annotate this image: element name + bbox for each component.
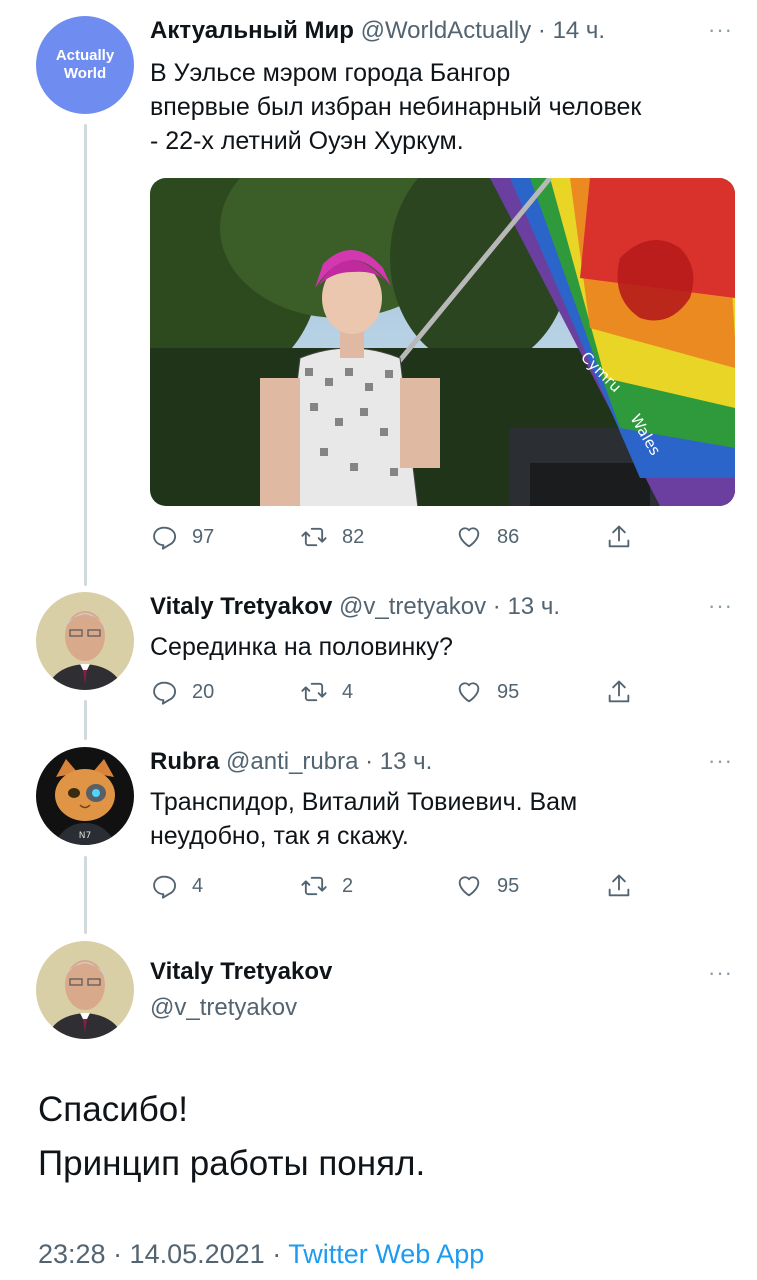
tweet-metadata: 23:28 · 14.05.2021 · Twitter Web App bbox=[38, 1237, 484, 1271]
tweet-header: Актуальный Мир @WorldActually · 14 ч. bbox=[150, 16, 605, 46]
reply-button[interactable]: 97 bbox=[150, 523, 214, 551]
reply-button[interactable]: 4 bbox=[150, 872, 203, 900]
more-icon[interactable]: ··· bbox=[708, 750, 733, 772]
display-name[interactable]: Актуальный Мир bbox=[150, 17, 354, 44]
focused-tweet: Vitaly Tretyakov @v_tretyakov ··· Спасиб… bbox=[0, 935, 757, 1280]
reply-icon bbox=[153, 681, 177, 705]
tweet-text-line: - 22-х летний Оуэн Хуркум. bbox=[150, 127, 464, 155]
retweet-icon bbox=[301, 876, 327, 896]
reply-count: 20 bbox=[192, 680, 215, 703]
reply-count: 4 bbox=[192, 874, 204, 897]
share-button[interactable] bbox=[605, 872, 647, 900]
share-icon bbox=[608, 874, 630, 897]
more-icon[interactable]: ··· bbox=[708, 962, 733, 984]
tweet[interactable]: Actually World Актуальный Мир @WorldActu… bbox=[0, 0, 757, 580]
avatar[interactable]: N7 bbox=[36, 747, 134, 845]
separator-dot: · bbox=[492, 593, 501, 620]
handle[interactable]: @WorldActually bbox=[361, 17, 532, 44]
retweet-button[interactable]: 4 bbox=[300, 678, 353, 706]
avatar[interactable] bbox=[36, 941, 134, 1039]
tweet-text: Транспидор, Виталий Товиевич. Вам неудоб… bbox=[150, 785, 740, 853]
retweet-button[interactable]: 2 bbox=[300, 872, 353, 900]
tweet-text-line: неудобно, так я скажу. bbox=[150, 822, 409, 850]
more-icon[interactable]: ··· bbox=[708, 19, 733, 41]
share-icon bbox=[608, 525, 630, 548]
avatar-logo-text: World bbox=[63, 65, 107, 82]
like-button[interactable]: 95 bbox=[455, 678, 519, 706]
reply-count: 97 bbox=[192, 525, 215, 548]
retweet-count: 82 bbox=[342, 525, 365, 548]
more-icon[interactable]: ··· bbox=[708, 595, 733, 617]
avatar-badge-text: N7 bbox=[79, 831, 91, 841]
timestamp[interactable]: 13 ч. bbox=[507, 593, 560, 620]
retweet-button[interactable]: 82 bbox=[300, 523, 364, 551]
tweet-text-line: Принцип работы понял. bbox=[38, 1144, 426, 1183]
tweet-text: Спасибо! Принцип работы понял. bbox=[38, 1087, 425, 1187]
timestamp[interactable]: 14 ч. bbox=[553, 17, 606, 44]
reply-button[interactable]: 20 bbox=[150, 678, 214, 706]
like-count: 86 bbox=[497, 525, 520, 548]
tweet[interactable]: N7 Rubra @anti_rubra · 13 ч. ··· Транспи… bbox=[0, 735, 757, 935]
tweet-image[interactable]: Cymru Wales bbox=[150, 178, 735, 506]
share-icon bbox=[608, 680, 630, 703]
display-name[interactable]: Rubra bbox=[150, 748, 219, 775]
retweet-icon bbox=[301, 682, 327, 702]
avatar-photo bbox=[36, 941, 134, 1039]
display-name[interactable]: Vitaly Tretyakov bbox=[150, 957, 332, 987]
like-icon bbox=[458, 876, 480, 897]
tweet-header: Vitaly Tretyakov @v_tretyakov · 13 ч. bbox=[150, 592, 560, 622]
like-button[interactable]: 95 bbox=[455, 872, 519, 900]
retweet-count: 4 bbox=[342, 680, 354, 703]
display-name[interactable]: Vitaly Tretyakov bbox=[150, 593, 332, 620]
photo-person-with-flag: Cymru Wales bbox=[150, 178, 735, 506]
like-count: 95 bbox=[497, 680, 520, 703]
tweet-actions: 97 82 86 bbox=[150, 523, 650, 553]
tweet-actions: 20 4 95 bbox=[150, 678, 650, 708]
handle[interactable]: @v_tretyakov bbox=[339, 593, 486, 620]
like-count: 95 bbox=[497, 874, 520, 897]
separator-dot: · bbox=[365, 748, 374, 775]
like-button[interactable]: 86 bbox=[455, 523, 519, 551]
source-app-link[interactable]: Twitter Web App bbox=[288, 1239, 484, 1269]
tweet-text: Серединка на половинку? bbox=[150, 633, 453, 661]
separator-dot: · bbox=[537, 17, 546, 44]
reply-icon bbox=[153, 526, 177, 550]
tweet-text-line: впервые был избран небинарный человек bbox=[150, 93, 642, 121]
tweet[interactable]: Vitaly Tretyakov @v_tretyakov · 13 ч. ··… bbox=[0, 580, 757, 730]
tweet-text: В Уэльсе мэром города Бангор впервые был… bbox=[150, 56, 740, 158]
handle[interactable]: @v_tretyakov bbox=[150, 993, 297, 1023]
tweet-text-line: Спасибо! bbox=[38, 1090, 188, 1129]
avatar[interactable] bbox=[36, 592, 134, 690]
timestamp[interactable]: 13 ч. bbox=[380, 748, 433, 775]
avatar-photo bbox=[36, 592, 134, 690]
avatar-photo: N7 bbox=[36, 747, 134, 845]
tweet-text-line: В Уэльсе мэром города Бангор bbox=[150, 59, 511, 87]
tweet-timestamp[interactable]: 23:28 · 14.05.2021 · bbox=[38, 1239, 288, 1269]
handle[interactable]: @anti_rubra bbox=[226, 748, 358, 775]
tweet-actions: 4 2 95 bbox=[150, 872, 650, 902]
share-button[interactable] bbox=[605, 523, 647, 551]
retweet-icon bbox=[301, 527, 327, 547]
reply-icon bbox=[153, 875, 177, 899]
avatar-logo-text: Actually bbox=[55, 47, 115, 64]
retweet-count: 2 bbox=[342, 874, 354, 897]
avatar[interactable]: Actually World bbox=[36, 16, 134, 114]
tweet-text-line: Транспидор, Виталий Товиевич. Вам bbox=[150, 788, 578, 816]
like-icon bbox=[458, 527, 480, 548]
like-icon bbox=[458, 682, 480, 703]
tweet-header: Rubra @anti_rubra · 13 ч. bbox=[150, 747, 432, 777]
share-button[interactable] bbox=[605, 678, 647, 706]
